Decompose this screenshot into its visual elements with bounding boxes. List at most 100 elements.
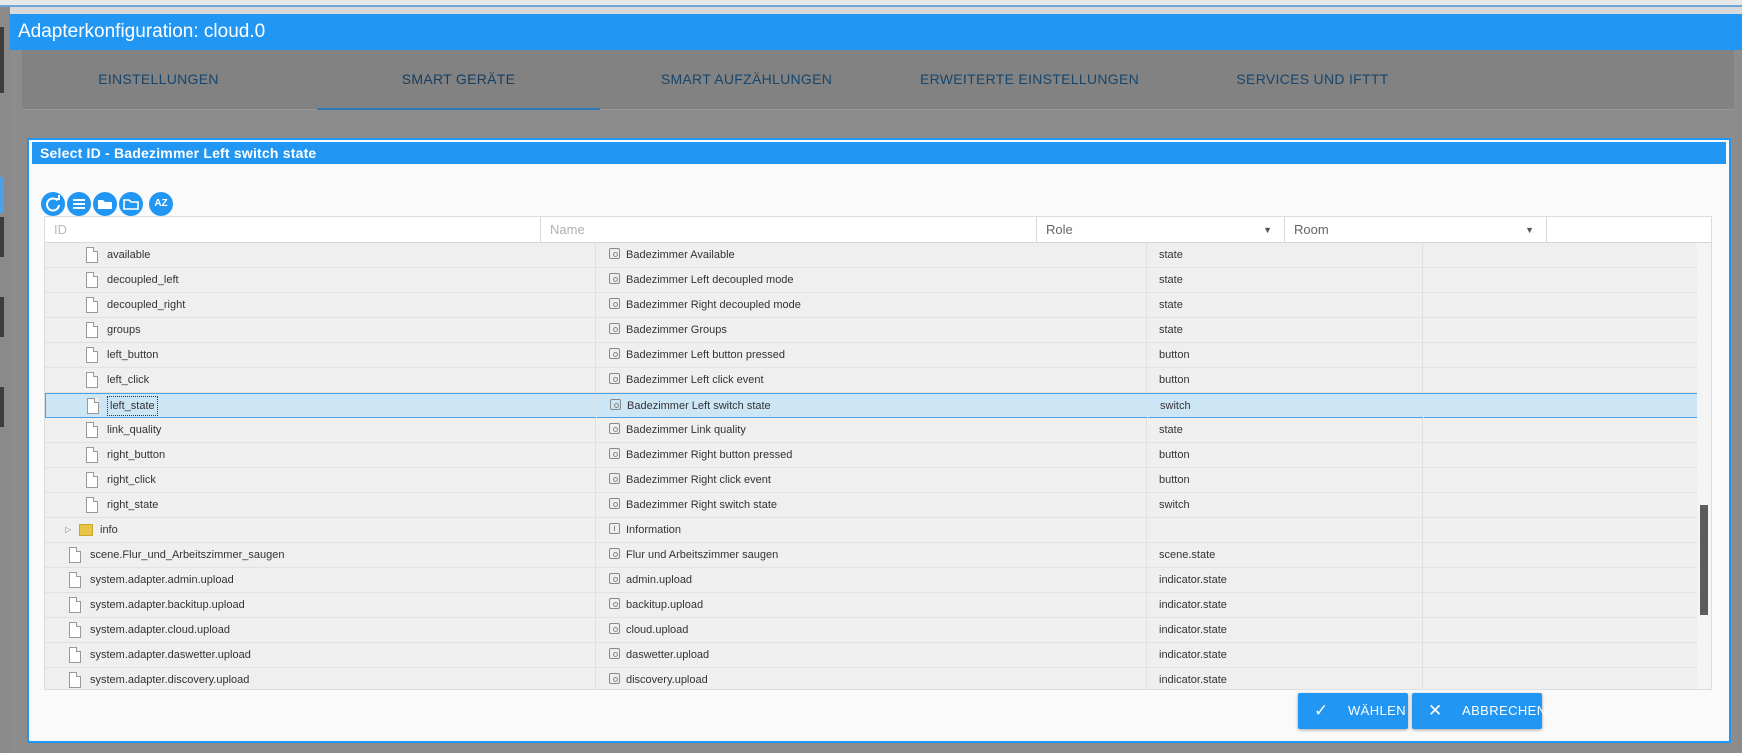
cell-role[interactable] — [1148, 518, 1423, 542]
cell-role[interactable]: state — [1148, 243, 1423, 267]
cell-room[interactable] — [1424, 293, 1698, 317]
cell-room[interactable] — [1424, 618, 1698, 642]
cell-room[interactable] — [1424, 468, 1698, 492]
cell-role[interactable]: indicator.state — [1148, 618, 1423, 642]
chevron-down-icon[interactable]: ▼ — [1263, 217, 1272, 243]
cell-name[interactable]: Badezimmer Right click event — [597, 468, 1147, 492]
cell-id[interactable]: right_state — [45, 493, 596, 517]
cell-room[interactable] — [1424, 668, 1698, 689]
cell-room[interactable] — [1424, 318, 1698, 342]
cell-role[interactable]: button — [1148, 468, 1423, 492]
table-row[interactable]: system.adapter.admin.upload admin.upload i… — [45, 568, 1698, 593]
cell-room[interactable] — [1424, 418, 1698, 442]
tab-einstellungen[interactable]: EINSTELLUNGEN — [32, 50, 285, 110]
cell-name[interactable]: backitup.upload — [597, 593, 1147, 617]
cell-name[interactable]: admin.upload — [597, 568, 1147, 592]
chevron-down-icon[interactable]: ▼ — [1525, 217, 1534, 243]
table-row[interactable]: scene.Flur_und_Arbeitszimmer_saugen Flur … — [45, 543, 1698, 568]
cell-name[interactable]: discovery.upload — [597, 668, 1147, 689]
scrollbar-thumb[interactable] — [1700, 505, 1708, 615]
tab-erweiterte-einstellungen[interactable]: ERWEITERTE EINSTELLUNGEN — [888, 50, 1171, 110]
cell-role[interactable]: state — [1148, 268, 1423, 292]
cell-role[interactable]: state — [1148, 318, 1423, 342]
cell-name[interactable]: Badezimmer Left decoupled mode — [597, 268, 1147, 292]
cell-id[interactable]: system.adapter.daswetter.upload — [45, 643, 596, 667]
cell-id[interactable]: groups — [45, 318, 596, 342]
cell-name[interactable]: Badezimmer Groups — [597, 318, 1147, 342]
cell-room[interactable] — [1424, 643, 1698, 667]
expand-icon[interactable]: ▷ — [65, 518, 71, 542]
cell-room[interactable] — [1424, 543, 1698, 567]
cell-name[interactable]: Badezimmer Right decoupled mode — [597, 293, 1147, 317]
refresh-icon[interactable] — [41, 192, 65, 216]
tab-smart-geraete[interactable]: SMART GERÄTE — [317, 50, 600, 110]
cell-id[interactable]: scene.Flur_und_Arbeitszimmer_saugen — [45, 543, 596, 567]
column-header-room[interactable]: Room ▼ — [1285, 217, 1547, 243]
cell-id[interactable]: link_quality — [45, 418, 596, 442]
cell-room[interactable] — [1425, 394, 1699, 418]
cell-role[interactable]: button — [1148, 368, 1423, 392]
cell-id[interactable]: left_click — [45, 368, 596, 392]
table-row[interactable]: ▷ info Information — [45, 518, 1698, 543]
cell-id[interactable]: system.adapter.cloud.upload — [45, 618, 596, 642]
cell-room[interactable] — [1424, 568, 1698, 592]
cell-id[interactable]: right_click — [45, 468, 596, 492]
cell-name[interactable]: Badezimmer Left click event — [597, 368, 1147, 392]
cell-room[interactable] — [1424, 443, 1698, 467]
cell-id[interactable]: available — [45, 243, 596, 267]
table-row[interactable]: right_button Badezimmer Right button pres… — [45, 443, 1698, 468]
table-row[interactable]: system.adapter.discovery.upload discovery… — [45, 668, 1698, 689]
table-row[interactable]: link_quality Badezimmer Link quality state — [45, 418, 1698, 443]
cell-name[interactable]: Badezimmer Left switch state — [598, 394, 1148, 418]
cell-name[interactable]: Badezimmer Right switch state — [597, 493, 1147, 517]
cell-room[interactable] — [1424, 593, 1698, 617]
cell-name[interactable]: daswetter.upload — [597, 643, 1147, 667]
cell-room[interactable] — [1424, 518, 1698, 542]
table-row[interactable]: left_click Badezimmer Left click event but… — [45, 368, 1698, 393]
table-row[interactable]: left_button Badezimmer Left button presse… — [45, 343, 1698, 368]
cell-role[interactable]: scene.state — [1148, 543, 1423, 567]
cell-room[interactable] — [1424, 493, 1698, 517]
cell-name[interactable]: Badezimmer Available — [597, 243, 1147, 267]
folder-icon[interactable] — [119, 192, 143, 216]
cell-name[interactable]: cloud.upload — [597, 618, 1147, 642]
vertical-scrollbar[interactable] — [1697, 243, 1711, 689]
cell-role[interactable]: button — [1148, 343, 1423, 367]
cell-id[interactable]: system.adapter.backitup.upload — [45, 593, 596, 617]
table-row[interactable]: system.adapter.daswetter.upload daswetter… — [45, 643, 1698, 668]
cell-role[interactable]: state — [1148, 293, 1423, 317]
table-row[interactable]: right_state Badezimmer Right switch state… — [45, 493, 1698, 518]
cell-role[interactable]: switch — [1148, 493, 1423, 517]
table-row[interactable]: system.adapter.cloud.upload cloud.upload i… — [45, 618, 1698, 643]
cell-id[interactable]: decoupled_left — [45, 268, 596, 292]
table-row[interactable]: groups Badezimmer Groups state — [45, 318, 1698, 343]
cancel-button[interactable]: ✕ ABBRECHEN — [1412, 693, 1546, 729]
cell-id[interactable]: left_state — [46, 394, 597, 418]
tab-services-ifttt[interactable]: SERVICES UND IFTTT — [1171, 50, 1454, 110]
cell-id[interactable]: decoupled_right — [45, 293, 596, 317]
cell-role[interactable]: indicator.state — [1148, 643, 1423, 667]
cell-id[interactable]: system.adapter.discovery.upload — [45, 668, 596, 689]
folder-open-icon[interactable] — [93, 192, 117, 216]
cell-role[interactable]: indicator.state — [1148, 593, 1423, 617]
cell-name[interactable]: Flur und Arbeitszimmer saugen — [597, 543, 1147, 567]
table-row-selected[interactable]: left_state Badezimmer Left switch state sw… — [45, 393, 1698, 418]
cell-room[interactable] — [1424, 368, 1698, 392]
column-header-name[interactable]: Name — [541, 217, 1037, 243]
cell-room[interactable] — [1424, 268, 1698, 292]
list-icon[interactable] — [67, 192, 91, 216]
column-header-role[interactable]: Role ▼ — [1037, 217, 1285, 243]
cell-role[interactable]: switch — [1149, 394, 1424, 418]
cell-role[interactable]: state — [1148, 418, 1423, 442]
tab-smart-aufzaehlungen[interactable]: SMART AUFZÄHLUNGEN — [605, 50, 888, 110]
cell-name[interactable]: Badezimmer Right button pressed — [597, 443, 1147, 467]
cell-room[interactable] — [1424, 243, 1698, 267]
column-header-id[interactable]: ID — [45, 217, 541, 243]
cell-room[interactable] — [1424, 343, 1698, 367]
table-row[interactable]: system.adapter.backitup.upload backitup.u… — [45, 593, 1698, 618]
cell-name[interactable]: Badezimmer Left button pressed — [597, 343, 1147, 367]
cell-id[interactable]: ▷ info — [45, 518, 596, 542]
cell-id[interactable]: system.adapter.admin.upload — [45, 568, 596, 592]
table-row[interactable]: decoupled_left Badezimmer Left decoupled … — [45, 268, 1698, 293]
cell-name[interactable]: Badezimmer Link quality — [597, 418, 1147, 442]
